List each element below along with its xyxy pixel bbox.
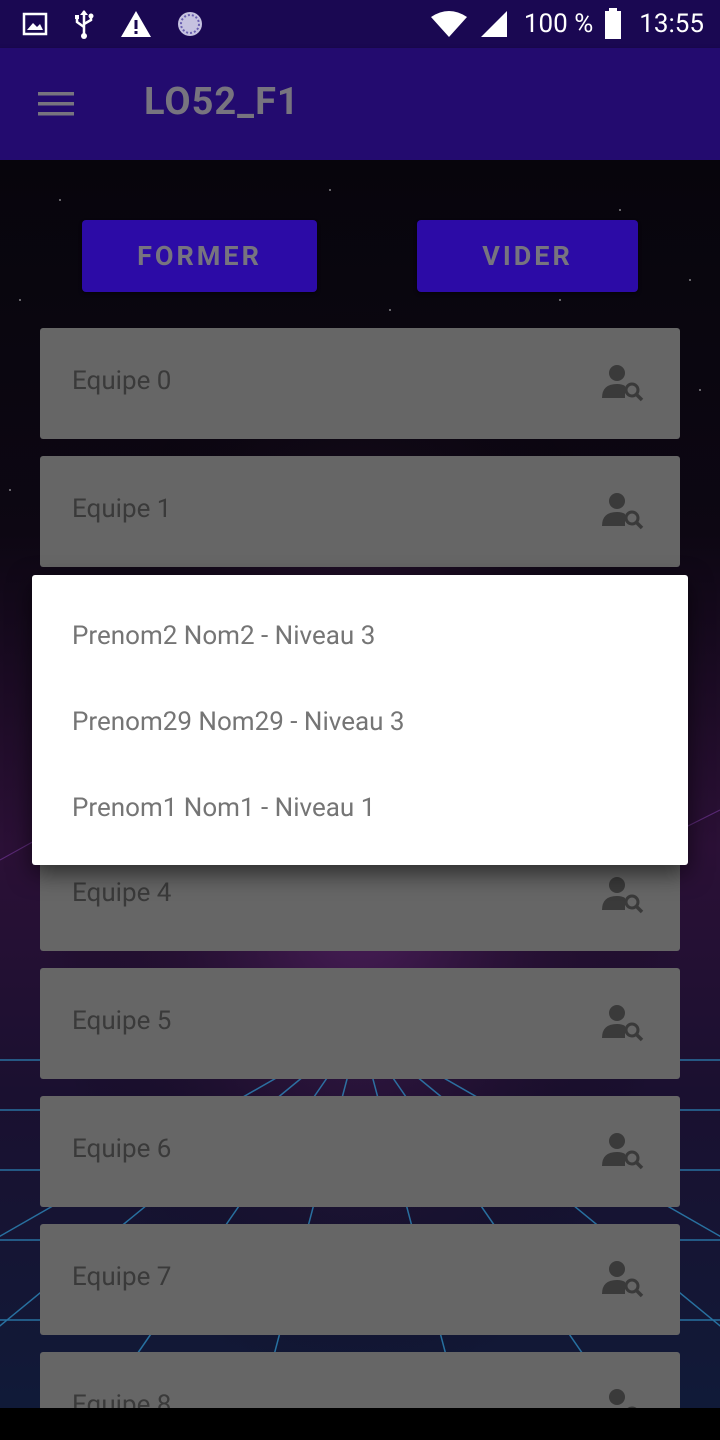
vider-button[interactable]: VIDER [417, 220, 638, 292]
app-title: LO52_F1 [144, 80, 300, 124]
menu-button[interactable] [36, 86, 76, 122]
person-search-icon[interactable] [602, 1004, 644, 1042]
status-bar-left [22, 8, 204, 40]
usb-icon [75, 10, 94, 39]
former-button[interactable]: FORMER [82, 220, 317, 292]
loading-icon [178, 12, 202, 36]
status-bar: 100 % 13:55 [0, 0, 720, 48]
person-search-icon[interactable] [602, 492, 644, 530]
team-members-popup: Prenom2 Nom2 - Niveau 3 Prenom29 Nom29 -… [32, 575, 688, 865]
battery-percent: 100 % [523, 9, 594, 39]
team-label: Equipe 4 [72, 878, 172, 908]
person-search-icon[interactable] [602, 1132, 644, 1170]
popup-member-item[interactable]: Prenom2 Nom2 - Niveau 3 [72, 621, 375, 651]
popup-member-item[interactable]: Prenom29 Nom29 - Niveau 3 [72, 707, 405, 737]
team-label: Equipe 8 [72, 1390, 172, 1408]
team-list: Equipe 0 Equipe 1 Equipe 4 Equipe 5 Equi… [40, 328, 680, 1408]
clock: 13:55 [639, 9, 704, 39]
team-card[interactable]: Equipe 6 [40, 1096, 680, 1207]
team-card[interactable]: Equipe 0 [40, 328, 680, 439]
navigation-bar [0, 1408, 720, 1440]
cell-signal-icon [480, 11, 507, 37]
app-bar: LO52_F1 [0, 48, 720, 160]
image-icon [22, 12, 48, 36]
team-card[interactable]: Equipe 1 [40, 456, 680, 567]
person-search-icon[interactable] [602, 1388, 644, 1408]
team-label: Equipe 0 [72, 366, 172, 396]
team-label: Equipe 7 [72, 1262, 172, 1292]
team-label: Equipe 6 [72, 1134, 172, 1164]
popup-member-item[interactable]: Prenom1 Nom1 - Niveau 1 [72, 793, 375, 823]
person-search-icon[interactable] [602, 364, 644, 402]
team-label: Equipe 5 [72, 1006, 172, 1036]
status-bar-right: 100 % 13:55 [430, 8, 704, 40]
battery-icon [605, 8, 622, 39]
team-card[interactable]: Equipe 5 [40, 968, 680, 1079]
menu-icon [38, 92, 74, 116]
team-card[interactable]: Equipe 7 [40, 1224, 680, 1335]
person-search-icon[interactable] [602, 876, 644, 914]
team-label: Equipe 1 [72, 494, 172, 524]
wifi-icon [430, 11, 467, 37]
warning-icon [121, 11, 151, 37]
person-search-icon[interactable] [602, 1260, 644, 1298]
team-card[interactable]: Equipe 8 [40, 1352, 680, 1408]
